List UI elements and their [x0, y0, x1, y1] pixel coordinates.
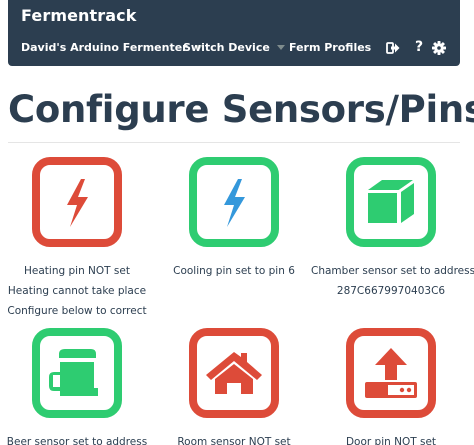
heating-status-line: Configure below to correct	[7, 305, 147, 317]
beer-status-line: Beer sensor set to address	[6, 436, 148, 445]
sign-out-icon[interactable]	[386, 41, 400, 55]
heating-pin-bolt-icon[interactable]	[32, 157, 122, 247]
chamber-sensor-cube-icon[interactable]	[346, 157, 436, 247]
gear-icon[interactable]	[432, 41, 446, 55]
room-status-line: Room sensor NOT set	[177, 436, 291, 445]
room-sensor-status: Room sensor NOT set	[154, 432, 314, 445]
heating-pin-status: Heating pin NOT set Heating cannot take …	[0, 261, 157, 321]
nav-switch-device-label: Switch Device	[183, 41, 270, 54]
heating-status-line: Heating pin NOT set	[24, 265, 130, 277]
beer-sensor-status: Beer sensor set to address	[0, 432, 157, 445]
cooling-status-line: Cooling pin set to pin 6	[173, 265, 295, 277]
door-status-line: Door pin NOT set	[345, 436, 437, 445]
nav-switch-device-dropdown[interactable]: Switch Device	[183, 41, 285, 54]
door-pin-status: Door pin NOT set	[311, 432, 471, 445]
nav-device-label: David's Arduino Fermenter	[21, 41, 188, 54]
cooling-pin-status: Cooling pin set to pin 6	[154, 261, 314, 281]
cooling-pin-bolt-icon[interactable]	[189, 157, 279, 247]
caret-down-icon	[276, 44, 285, 50]
brand-logo[interactable]: Fermentrack	[21, 6, 137, 25]
chamber-status-line: Chamber sensor set to address	[311, 265, 474, 277]
door-pin-upload-icon[interactable]	[346, 328, 436, 418]
title-divider	[8, 142, 460, 143]
page-title: Configure Sensors/Pins	[8, 88, 474, 131]
nav-device-dropdown[interactable]: David's Arduino Fermenter	[21, 41, 203, 54]
heating-status-line: Heating cannot take place	[7, 285, 147, 297]
help-icon[interactable]: ?	[412, 39, 426, 55]
nav-ferm-profiles-link[interactable]: Ferm Profiles	[289, 41, 371, 54]
chamber-status-line: 287C6679970403C6	[336, 285, 446, 297]
room-sensor-home-icon[interactable]	[189, 328, 279, 418]
beer-sensor-mug-icon[interactable]	[32, 328, 122, 418]
nav-ferm-profiles-label: Ferm Profiles	[289, 41, 372, 54]
navbar: Fermentrack David's Arduino Fermenter Sw…	[8, 0, 460, 66]
chamber-sensor-status: Chamber sensor set to address 287C667997…	[311, 261, 474, 301]
